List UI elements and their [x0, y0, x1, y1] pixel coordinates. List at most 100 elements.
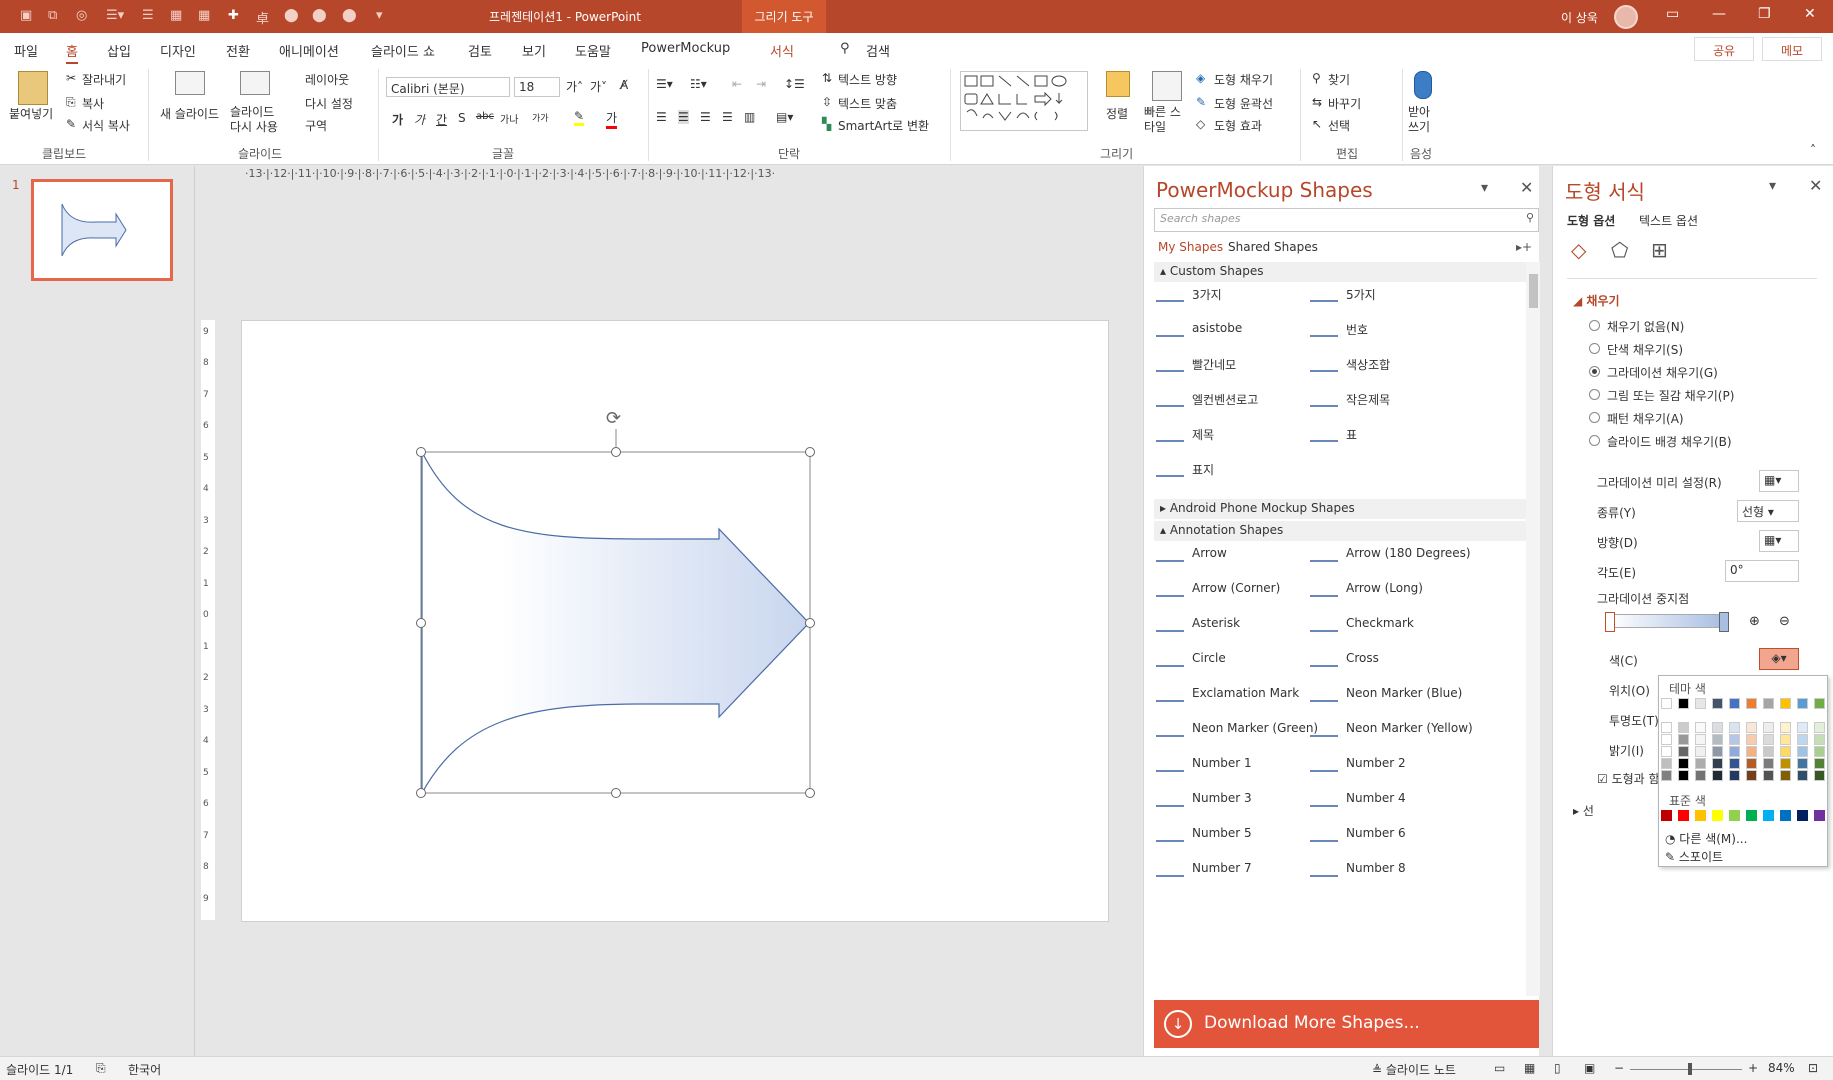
shape-icon[interactable]: 卓 — [256, 8, 269, 27]
color-swatch[interactable] — [1746, 758, 1757, 769]
shape-item[interactable]: Neon Marker (Green) — [1192, 721, 1318, 735]
shape-effects-icon[interactable]: ◇ — [1196, 117, 1205, 131]
color-swatch[interactable] — [1729, 746, 1740, 757]
circle3-icon[interactable]: ⬤ — [342, 8, 357, 23]
fill-option-label[interactable]: 슬라이드 배경 채우기(B) — [1607, 433, 1732, 450]
font-color-icon[interactable]: 가 — [606, 109, 618, 129]
fill-radio[interactable] — [1589, 366, 1600, 377]
color-swatch[interactable] — [1797, 722, 1808, 733]
shape-item[interactable]: 5가지 — [1346, 286, 1376, 303]
shape-item[interactable]: Arrow (Corner) — [1192, 581, 1280, 595]
tab-help[interactable]: 도움말 — [575, 41, 611, 60]
grow-font-icon[interactable]: 가˄ — [566, 78, 583, 95]
font-name-combo[interactable]: Calibri (본문) — [386, 77, 510, 97]
tab-review[interactable]: 검토 — [468, 41, 492, 60]
color-swatch[interactable] — [1729, 722, 1740, 733]
sorter-view-icon[interactable]: ▦ — [1524, 1061, 1535, 1075]
color-swatch[interactable] — [1814, 722, 1825, 733]
customize-qat-icon[interactable]: ▾ — [376, 8, 383, 23]
shape-item[interactable]: Neon Marker (Yellow) — [1346, 721, 1473, 735]
spelling-icon[interactable]: ⎘ — [96, 1061, 106, 1076]
gradient-stop-handle[interactable] — [1719, 612, 1729, 632]
color-swatch[interactable] — [1780, 698, 1791, 709]
shadow-button[interactable]: S — [458, 111, 466, 125]
cut-icon[interactable]: ✂ — [66, 71, 76, 85]
color-swatch[interactable] — [1814, 758, 1825, 769]
find-icon[interactable]: ⚲ — [1312, 71, 1321, 85]
memo-button[interactable]: 메모 — [1762, 37, 1822, 61]
text-direction-button[interactable]: 텍스트 방향 — [838, 71, 897, 88]
color-swatch[interactable] — [1678, 734, 1689, 745]
zoom-slider[interactable] — [1630, 1069, 1742, 1070]
reuse-slide-icon[interactable] — [240, 71, 270, 95]
shape-item[interactable]: Exclamation Mark — [1192, 686, 1299, 700]
microphone-icon[interactable] — [1414, 71, 1432, 99]
color-swatch[interactable] — [1746, 734, 1757, 745]
color-swatch[interactable] — [1797, 810, 1808, 821]
direction-dropdown[interactable]: ▦▾ — [1759, 530, 1799, 552]
tab-text-options[interactable]: 텍스트 옵션 — [1639, 212, 1698, 229]
color-swatch[interactable] — [1729, 734, 1740, 745]
case-button[interactable]: 가가 — [532, 111, 549, 124]
color-swatch[interactable] — [1780, 722, 1791, 733]
color-swatch[interactable] — [1763, 810, 1774, 821]
quick-styles-button[interactable]: 빠른 스타일 — [1144, 105, 1184, 135]
tab-shared-shapes[interactable]: Shared Shapes — [1228, 240, 1318, 254]
circle-icon[interactable]: ⬤ — [284, 8, 299, 23]
plus-icon[interactable]: ✚ — [228, 8, 239, 23]
shape-item[interactable]: 작은제목 — [1346, 391, 1390, 408]
color-swatch[interactable] — [1695, 770, 1706, 781]
color-swatch[interactable] — [1712, 722, 1723, 733]
color-swatch[interactable] — [1729, 810, 1740, 821]
color-swatch[interactable] — [1678, 810, 1689, 821]
color-swatch[interactable] — [1763, 722, 1774, 733]
pane-menu-icon[interactable]: ▾ — [1481, 180, 1488, 196]
gradient-arrow-shape[interactable]: ⟳ — [242, 321, 1110, 923]
minimize-icon[interactable]: — — [1712, 6, 1726, 22]
justify-icon[interactable]: ☰ — [722, 110, 733, 124]
color-swatch[interactable] — [1712, 734, 1723, 745]
gradient-stops-bar[interactable] — [1609, 614, 1723, 628]
color-swatch[interactable] — [1695, 758, 1706, 769]
color-swatch[interactable] — [1695, 746, 1706, 757]
color-swatch[interactable] — [1661, 758, 1672, 769]
shape-item[interactable]: Arrow (180 Degrees) — [1346, 546, 1471, 560]
color-swatch[interactable] — [1763, 770, 1774, 781]
fill-radio[interactable] — [1589, 343, 1600, 354]
grid-icon[interactable]: ▦ — [198, 8, 210, 23]
arrange-icon[interactable] — [1106, 71, 1130, 97]
restore-icon[interactable]: ❐ — [1758, 6, 1771, 22]
smartart-button[interactable]: SmartArt로 변환 — [838, 117, 929, 134]
color-swatch[interactable] — [1712, 698, 1723, 709]
slideshow-view-icon[interactable]: ▣ — [1584, 1061, 1595, 1075]
color-swatch[interactable] — [1746, 722, 1757, 733]
color-swatch[interactable] — [1661, 746, 1672, 757]
replace-icon[interactable]: ⇆ — [1312, 95, 1322, 109]
color-swatch[interactable] — [1797, 770, 1808, 781]
zoom-level[interactable]: 84% — [1768, 1061, 1795, 1075]
color-swatch[interactable] — [1678, 770, 1689, 781]
shape-outline-button[interactable]: 도형 윤곽선 — [1214, 95, 1273, 112]
tab-slideshow[interactable]: 슬라이드 쇼 — [371, 41, 435, 60]
color-swatch[interactable] — [1763, 698, 1774, 709]
shape-item[interactable]: Number 5 — [1192, 826, 1252, 840]
shape-item[interactable]: Number 3 — [1192, 791, 1252, 805]
arrange-button[interactable]: 정렬 — [1106, 105, 1128, 122]
bullets-icon[interactable]: ☰▾ — [106, 8, 124, 23]
color-swatch[interactable] — [1746, 746, 1757, 757]
tab-format[interactable]: 서식 — [770, 41, 794, 60]
shape-fill-button[interactable]: 도형 채우기 — [1214, 71, 1273, 88]
redo-icon[interactable]: ◎ — [76, 8, 87, 23]
bullets-icon[interactable]: ☰▾ — [656, 77, 673, 91]
color-swatch[interactable] — [1678, 746, 1689, 757]
align-center-icon[interactable]: ☰ — [678, 110, 689, 124]
group-android[interactable]: ▸ Android Phone Mockup Shapes — [1154, 499, 1526, 519]
new-slide-button[interactable]: 새 슬라이드 — [160, 105, 219, 122]
color-swatch[interactable] — [1746, 698, 1757, 709]
fill-radio[interactable] — [1589, 412, 1600, 423]
share-button[interactable]: 공유 — [1694, 37, 1754, 61]
quick-styles-icon[interactable] — [1152, 71, 1182, 101]
add-stop-icon[interactable]: ⊕ — [1749, 614, 1760, 629]
shape-item[interactable]: 표지 — [1192, 461, 1214, 478]
distribute-icon[interactable]: ▥ — [744, 110, 755, 124]
